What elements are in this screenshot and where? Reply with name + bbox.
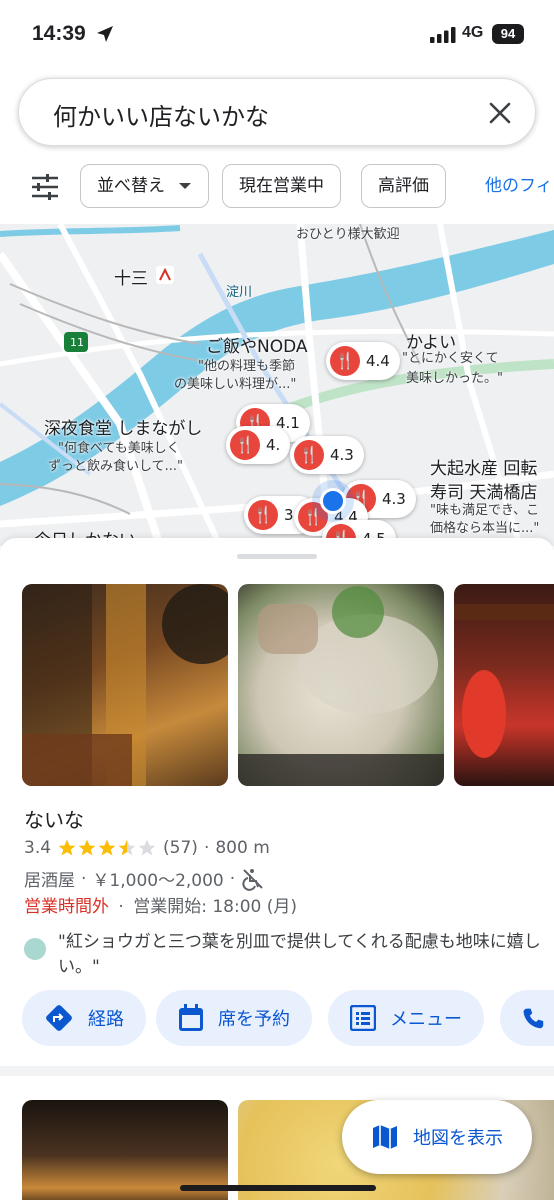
- star-icon: [98, 839, 116, 856]
- place-label-daiki-1: 大起水産 回転: [430, 459, 538, 479]
- show-map-label: 地図を表示: [413, 1128, 503, 1149]
- search-input[interactable]: 何かいい店ないかな: [53, 97, 269, 132]
- call-button[interactable]: [500, 990, 554, 1046]
- place-review-shinya-1: "何食べても美味しく: [58, 441, 180, 456]
- map-pin[interactable]: 🍴 4.4: [326, 342, 400, 380]
- not-wheelchair-accessible-icon: [242, 868, 263, 891]
- rating-value: 3.4: [24, 838, 52, 858]
- place-review-daiki-2: 価格なら本当に...": [430, 521, 540, 536]
- separator: ·: [203, 838, 210, 858]
- show-map-button[interactable]: 地図を表示: [342, 1100, 532, 1174]
- pin-rating: 4.: [266, 436, 281, 454]
- category: 居酒屋: [24, 871, 75, 891]
- map-icon: [373, 1125, 397, 1149]
- action-buttons: 経路 席を予約 メニュー: [0, 990, 554, 1046]
- menu-list-icon: [350, 1005, 376, 1031]
- menu-button[interactable]: メニュー: [328, 990, 484, 1046]
- place-name[interactable]: ないな: [24, 804, 84, 833]
- fork-knife-icon: 🍴: [230, 430, 260, 460]
- map-label-juso: 十三: [114, 269, 148, 289]
- reserve-button[interactable]: 席を予約: [156, 990, 312, 1046]
- sort-chip[interactable]: 並べ替え: [80, 164, 210, 208]
- avatar: [24, 938, 46, 960]
- place-label-shinya: 深夜食堂 しまながし: [44, 419, 203, 439]
- location-arrow-icon: [97, 26, 113, 42]
- current-location-dot: [320, 488, 346, 514]
- home-indicator[interactable]: [180, 1185, 376, 1191]
- star-half-icon: [118, 839, 136, 856]
- photo-lantern: [454, 604, 554, 758]
- review-count: (57): [163, 838, 198, 858]
- network-type: 4G: [462, 24, 484, 41]
- review-text: "紅ショウガと三つ葉を別皿で提供してくれる配慮も地味に嬉しい。": [58, 932, 541, 977]
- directions-button[interactable]: 経路: [22, 990, 146, 1046]
- separator: ·: [118, 897, 124, 917]
- map-pin[interactable]: 🍴 4.3: [290, 436, 364, 474]
- distance: 800 m: [215, 838, 270, 858]
- hours-detail: 営業開始: 18:00 (月): [133, 897, 298, 917]
- category-line: 居酒屋 · ￥1,000～2,000 ·: [24, 866, 265, 891]
- fork-knife-icon: 🍴: [294, 440, 324, 470]
- more-filters-link[interactable]: 他のフィ: [485, 164, 553, 208]
- sort-chip-label: 並べ替え: [97, 176, 165, 196]
- rating-line: 3.4 (57) · 800 m: [24, 838, 270, 858]
- directions-icon: [46, 1005, 72, 1031]
- place-label-noda: ご飯やNODA: [206, 337, 308, 357]
- section-divider: [0, 1066, 554, 1076]
- fork-knife-icon: 🍴: [248, 500, 278, 530]
- place-review-noda-2: の美味しい料理が...": [174, 377, 297, 392]
- reserve-label: 席を予約: [218, 1009, 290, 1030]
- price-range: ￥1,000～2,000: [92, 871, 224, 891]
- place-review-daiki-1: "味も満足でき、こ: [430, 503, 540, 518]
- star-empty-icon: [138, 839, 156, 856]
- separator: ·: [81, 868, 87, 889]
- star-rating: [57, 838, 157, 858]
- pin-rating: 4.3: [382, 490, 406, 508]
- map-pin[interactable]: 🍴 4.: [226, 426, 291, 464]
- star-icon: [58, 839, 76, 856]
- hours-line[interactable]: 営業時間外 · 営業開始: 18:00 (月): [24, 892, 297, 917]
- fork-knife-icon: 🍴: [330, 346, 360, 376]
- signal-icon: [430, 27, 456, 43]
- phone-icon: [523, 1008, 544, 1029]
- caret-down-icon: [179, 183, 192, 189]
- open-now-chip[interactable]: 現在営業中: [222, 164, 341, 208]
- tune-icon[interactable]: [30, 173, 60, 201]
- calendar-icon: [179, 1004, 203, 1031]
- train-station-icon: [156, 266, 174, 284]
- battery-indicator: 94: [492, 24, 524, 44]
- place-review-shinya-2: ずっと飲み食いして...": [48, 459, 183, 474]
- separator: ·: [229, 868, 236, 889]
- place-review-kayoi-2: 美味しかった。": [406, 371, 503, 386]
- map-label-welcome: おひとり様大歓迎: [296, 227, 400, 242]
- close-icon[interactable]: [485, 98, 515, 128]
- search-bar[interactable]: 何かいい店ないかな: [18, 78, 536, 146]
- hours-status: 営業時間外: [24, 897, 109, 917]
- map-label-yodogawa: 淀川: [226, 285, 253, 300]
- place-review-noda-1: "他の料理も季節: [198, 359, 295, 374]
- top-rated-chip[interactable]: 高評価: [361, 164, 446, 208]
- map-view[interactable]: おひとり様大歓迎 十三 淀川 11 ご飯やNODA "他の料理も季節 の美味しい…: [0, 224, 554, 546]
- star-icon: [78, 839, 96, 856]
- pin-rating: 4.3: [330, 446, 354, 464]
- status-bar: 14:39 4G 94: [0, 0, 554, 68]
- drag-handle[interactable]: [237, 554, 317, 559]
- directions-label: 経路: [88, 1009, 124, 1030]
- menu-label: メニュー: [390, 1009, 462, 1030]
- route-shield-number: 11: [70, 336, 84, 349]
- place-photo[interactable]: [454, 584, 554, 786]
- place-label-daiki-2: 寿司 天満橋店: [430, 483, 538, 503]
- place-photo[interactable]: [22, 584, 228, 786]
- filter-chips: 並べ替え 現在営業中 高評価 他のフィ: [0, 164, 554, 210]
- place-review-kayoi-1: "とにかく安くて: [402, 351, 499, 366]
- clock: 14:39: [32, 22, 86, 45]
- pin-rating: 4.4: [366, 352, 390, 370]
- photo-interior: [22, 584, 228, 786]
- place-photo[interactable]: [238, 584, 444, 786]
- photo-ramen: [238, 586, 444, 786]
